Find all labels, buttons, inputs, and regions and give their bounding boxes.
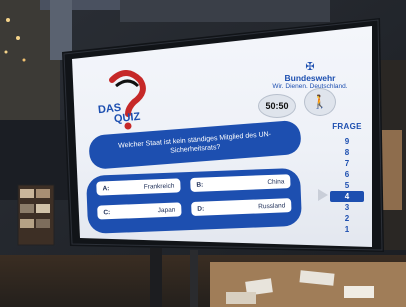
ladder-step: 1	[344, 225, 350, 234]
ladder-step: 7	[344, 159, 350, 168]
answers-panel: A: Frankreich B: China C: Japan D: Russl…	[86, 167, 303, 234]
ladder-label: FRAGE	[332, 122, 362, 131]
audience-lifeline-button[interactable]: 🚶	[304, 88, 336, 116]
answer-a-button[interactable]: A: Frankreich	[96, 178, 181, 196]
answer-b-button[interactable]: B: China	[190, 174, 291, 192]
ladder-step: 9	[344, 137, 350, 146]
ladder-step: 8	[344, 148, 350, 157]
ladder-step: 5	[344, 181, 350, 190]
bundeswehr-cross-icon: ✠	[305, 61, 315, 73]
brand-slogan: Wir. Dienen. Deutschland.	[272, 83, 348, 90]
answer-c-button[interactable]: C: Japan	[97, 202, 182, 220]
brand-name: Bundeswehr	[284, 73, 336, 83]
ladder-step: 3	[344, 203, 350, 212]
ladder-step: 6	[344, 170, 350, 179]
answer-b-text: China	[267, 177, 285, 186]
answer-b-key: B:	[196, 181, 204, 189]
answer-d-button[interactable]: D: Russland	[191, 198, 292, 216]
ladder-step: 2	[344, 214, 350, 223]
answer-d-text: Russland	[258, 201, 286, 210]
ladder-step-current: 4	[330, 191, 364, 202]
answer-d-key: D:	[197, 204, 205, 213]
fifty-fifty-lifeline-button[interactable]: 50:50	[258, 94, 296, 118]
answer-c-text: Japan	[157, 206, 176, 214]
answer-c-key: C:	[103, 208, 111, 216]
quiz-ui: DAS QUIZ ✠ Bundeswehr Wir. Dienen. Deuts…	[0, 0, 406, 307]
bundeswehr-brand: ✠ Bundeswehr Wir. Dienen. Deutschland.	[265, 61, 355, 91]
question-ladder: FRAGE 9 8 7 6 5 4 3 2 1	[330, 122, 364, 235]
answer-a-key: A:	[102, 184, 110, 192]
answer-a-text: Frankreich	[143, 182, 175, 191]
walking-person-icon: 🚶	[311, 94, 329, 109]
current-question-arrow-icon	[318, 189, 328, 201]
